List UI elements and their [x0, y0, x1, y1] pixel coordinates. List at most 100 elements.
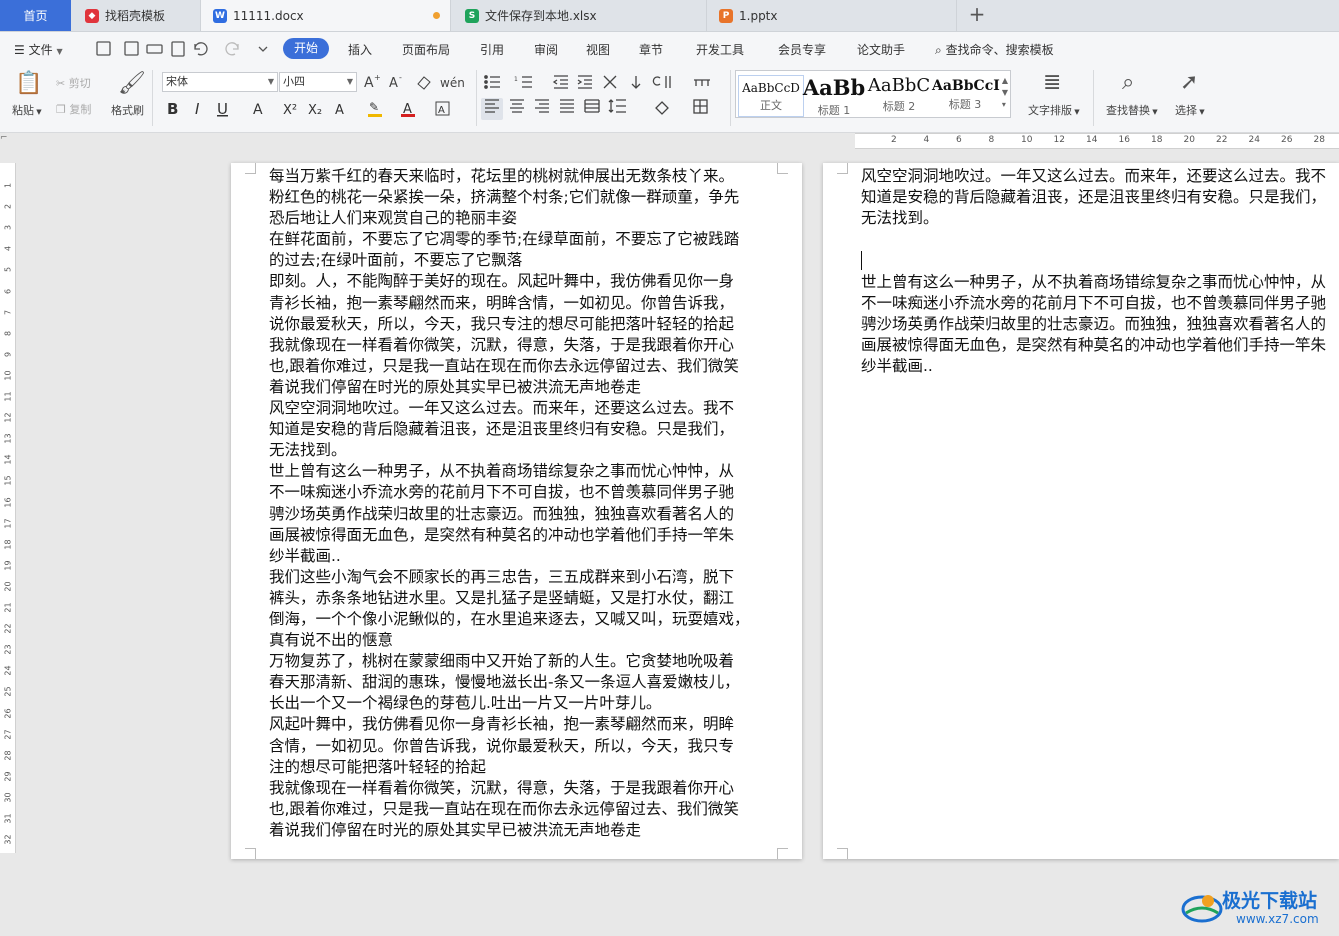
- text-line[interactable]: 恐后地让人们来观赏自己的艳丽丰姿: [269, 208, 750, 229]
- command-search[interactable]: ⌕ 查找命令、搜索模板: [935, 41, 1054, 58]
- menu-tab-view[interactable]: 视图: [586, 41, 610, 58]
- text-line[interactable]: 每当万紫千红的春天来临时，花坛里的桃树就伸展出无数条枝丫来。: [269, 166, 750, 187]
- chinese-layout-icon[interactable]: [603, 75, 617, 89]
- page-2-body[interactable]: 风空空洞洞地吹过。一年又这么过去。而来年，还要这么过去。我不 知道是安稳的背后隐藏…: [861, 166, 1326, 229]
- paste-button[interactable]: 粘贴 ▼: [12, 102, 42, 118]
- horizontal-ruler[interactable]: 2 4 6 8 10 12 14 16 18 20 22 24 26 28: [855, 133, 1339, 149]
- menu-tab-member[interactable]: 会员专享: [778, 41, 826, 58]
- document-page-2[interactable]: 风空空洞洞地吹过。一年又这么过去。而来年，还要这么过去。我不 知道是安稳的背后隐藏…: [823, 163, 1339, 859]
- menu-tab-review[interactable]: 审阅: [534, 41, 558, 58]
- document-page-1[interactable]: 每当万紫千红的春天来临时，花坛里的桃树就伸展出无数条枝丫来。 粉红色的桃花一朵紧挨…: [231, 163, 802, 859]
- styles-scroll-icon[interactable]: ▲ ▼ ▾: [1002, 75, 1008, 111]
- text-line[interactable]: 长出一个又一个褐绿色的芽苞儿.吐出一片又一片叶芽儿。: [269, 693, 750, 714]
- font-size-select[interactable]: 小四 ▼: [279, 72, 357, 92]
- increase-indent-icon[interactable]: [577, 75, 592, 89]
- cut-button[interactable]: ✂ 剪切: [56, 75, 91, 91]
- underline-icon[interactable]: U: [217, 100, 228, 118]
- text-line[interactable]: 着说我们停留在时光的原处其实早已被洪流无声地卷走: [269, 377, 750, 398]
- page-1-body[interactable]: 每当万紫千红的春天来临时，花坛里的桃树就伸展出无数条枝丫来。 粉红色的桃花一朵紧挨…: [269, 166, 750, 841]
- tab-pptx[interactable]: P 1.pptx: [707, 0, 957, 31]
- text-line[interactable]: 纱半截画..: [861, 356, 1326, 377]
- tab-daoke-templates[interactable]: ◆ 找稻壳模板: [73, 0, 201, 31]
- text-line[interactable]: 的过去;在绿叶面前，不要忘了它飘落: [269, 250, 750, 271]
- format-painter-button[interactable]: 格式刷: [111, 102, 144, 118]
- text-line[interactable]: 倒海，一个个像小泥鳅似的，在水里追来逐去，又喊又叫，玩耍嬉戏，: [269, 609, 750, 630]
- text-line[interactable]: 世上曾有这么一种男子，从不执着商场错综复杂之事而忧心忡忡，从: [269, 461, 750, 482]
- sort-icon[interactable]: [631, 76, 641, 89]
- text-layout-button[interactable]: 文字排版 ▼: [1028, 102, 1080, 118]
- pinyin-icon[interactable]: wén: [440, 76, 465, 90]
- clear-format-icon[interactable]: [417, 76, 431, 90]
- line-spacing-icon[interactable]: [608, 99, 626, 113]
- text-line[interactable]: 即刻。人，不能陶醉于美好的现在。风起叶舞中，我仿佛看见你一身: [269, 271, 750, 292]
- bold-icon[interactable]: B: [167, 100, 178, 118]
- text-line[interactable]: 真有说不出的惬意: [269, 630, 750, 651]
- text-line[interactable]: 青衫长袖，抱一素琴翩然而来，明眸含情，一如初见。你曾告诉我，: [269, 293, 750, 314]
- text-line[interactable]: 万物复苏了，桃树在蒙蒙细雨中又开始了新的人生。它贪婪地吮吸着: [269, 651, 750, 672]
- text-line[interactable]: 也,跟着你难过，只是我一直站在现在而你去永远停留过去、我们微笑: [269, 356, 750, 377]
- file-menu[interactable]: ☰ 文件 ▼: [14, 41, 63, 58]
- numbered-list-icon[interactable]: 1: [514, 76, 532, 88]
- text-line[interactable]: 风空空洞洞地吹过。一年又这么过去。而来年，还要这么过去。我不: [269, 398, 750, 419]
- superscript-icon[interactable]: X²: [283, 103, 297, 118]
- copy-button[interactable]: ❐ 复制: [56, 101, 91, 117]
- text-line[interactable]: 我就像现在一样看着你微笑，沉默，得意，失落，于是我跟着你开心: [269, 335, 750, 356]
- menu-tab-developer[interactable]: 开发工具: [696, 41, 744, 58]
- add-tab-button[interactable]: +: [966, 4, 988, 26]
- style-normal[interactable]: AaBbCcD 正文: [738, 75, 804, 117]
- style-heading-3[interactable]: AaBbCcI 标题 3: [932, 75, 1000, 112]
- menu-tab-thesis[interactable]: 论文助手: [857, 41, 905, 58]
- menu-tab-references[interactable]: 引用: [480, 41, 504, 58]
- grow-font-icon[interactable]: A: [364, 75, 374, 91]
- text-line[interactable]: 我们这些小淘气会不顾家长的再三忠告，三五成群来到小石湾，脱下: [269, 567, 750, 588]
- justify-icon[interactable]: [560, 99, 574, 113]
- tab-docx[interactable]: W 11111.docx: [201, 0, 451, 31]
- text-line[interactable]: 粉红色的桃花一朵紧挨一朵，挤满整个村条;它们就像一群顽童，争先: [269, 187, 750, 208]
- align-center-icon[interactable]: [510, 99, 524, 113]
- align-right-icon[interactable]: [535, 99, 549, 113]
- decrease-indent-icon[interactable]: [552, 75, 568, 89]
- align-left-icon[interactable]: [485, 99, 499, 113]
- text-line[interactable]: 风起叶舞中，我仿佛看见你一身青衫长袖，抱一素琴翩然而来，明眸: [269, 714, 750, 735]
- tab-home[interactable]: 首页: [0, 0, 71, 31]
- text-line[interactable]: 无法找到。: [269, 440, 750, 461]
- text-line[interactable]: 无法找到。: [861, 208, 1326, 229]
- text-line[interactable]: 画展被惊得面无血色，是突然有种莫名的冲动也学着他们手持一竿朱: [269, 525, 750, 546]
- shading-icon[interactable]: [655, 101, 669, 115]
- select-button[interactable]: 选择 ▼: [1175, 102, 1205, 118]
- text-line[interactable]: 画展被惊得面无血色，是突然有种莫名的冲动也学着他们手持一竿朱: [861, 335, 1326, 356]
- shrink-font-icon[interactable]: A: [389, 76, 398, 91]
- subscript-icon[interactable]: X₂: [308, 103, 322, 118]
- text-line[interactable]: 不一味痴迷小乔流水旁的花前月下不可自拔，也不曾羡慕同伴男子驰: [861, 293, 1326, 314]
- bullet-list-icon[interactable]: [484, 75, 500, 89]
- text-line[interactable]: 我就像现在一样看着你微笑，沉默，得意，失落，于是我跟着你开心: [269, 778, 750, 799]
- borders-icon[interactable]: [693, 99, 708, 114]
- style-heading-1[interactable]: AaBb 标题 1: [802, 75, 866, 118]
- tab-ruler-icon[interactable]: [694, 79, 710, 86]
- text-line[interactable]: 含情，一如初见。你曾告诉我，说你最爱秋天，所以，今天，我只专: [269, 736, 750, 757]
- vertical-ruler[interactable]: 1 2 3 4 5 6 7 8 9 10 11 12 13 14 15 16 17 18 19 20 21 22 23 24 2…: [0, 163, 16, 853]
- text-line[interactable]: 着说我们停留在时光的原处其实早已被洪流无声地卷走: [269, 820, 750, 841]
- text-line[interactable]: 世上曾有这么一种男子，从不执着商场错综复杂之事而忧心忡忡，从: [861, 272, 1326, 293]
- text-line[interactable]: 知道是安稳的背后隐藏着沮丧，还是沮丧里终归有安稳。只是我们，: [269, 419, 750, 440]
- show-marks-icon[interactable]: [652, 76, 671, 88]
- menu-tab-insert[interactable]: 插入: [348, 41, 372, 58]
- italic-icon[interactable]: I: [195, 100, 200, 118]
- text-effect-icon[interactable]: A: [335, 103, 344, 118]
- text-line[interactable]: 不一味痴迷小乔流水旁的花前月下不可自拔，也不曾羡慕同伴男子驰: [269, 482, 750, 503]
- page-2-body-continued[interactable]: 世上曾有这么一种男子，从不执着商场错综复杂之事而忧心忡忡，从 不一味痴迷小乔流水旁…: [861, 272, 1326, 377]
- text-line[interactable]: 在鲜花面前，不要忘了它凋零的季节;在绿草面前，不要忘了它被践踏: [269, 229, 750, 250]
- menu-tab-chapter[interactable]: 章节: [639, 41, 663, 58]
- tab-xlsx[interactable]: S 文件保存到本地.xlsx: [453, 0, 707, 31]
- text-line[interactable]: 春天那清新、甜润的惠珠，慢慢地滋长出-条又一条逗人喜爱嫩枝儿，: [269, 672, 750, 693]
- text-line[interactable]: 骋沙场英勇作战荣归故里的壮志豪迈。而独独，独独喜欢看著名人的: [861, 314, 1326, 335]
- style-heading-2[interactable]: AaBbC 标题 2: [866, 75, 932, 114]
- distribute-icon[interactable]: [584, 99, 600, 113]
- text-line[interactable]: 骋沙场英勇作战荣归故里的壮志豪迈。而独独，独独喜欢看著名人的: [269, 504, 750, 525]
- highlight-icon[interactable]: ✎: [369, 100, 379, 114]
- find-replace-button[interactable]: 查找替换 ▼: [1106, 102, 1158, 118]
- text-line[interactable]: 风空空洞洞地吹过。一年又这么过去。而来年，还要这么过去。我不: [861, 166, 1326, 187]
- menu-tab-start[interactable]: 开始: [283, 38, 329, 59]
- text-line[interactable]: 注的想尽可能把落叶轻轻的拾起: [269, 757, 750, 778]
- strikethrough-icon[interactable]: A: [253, 102, 263, 118]
